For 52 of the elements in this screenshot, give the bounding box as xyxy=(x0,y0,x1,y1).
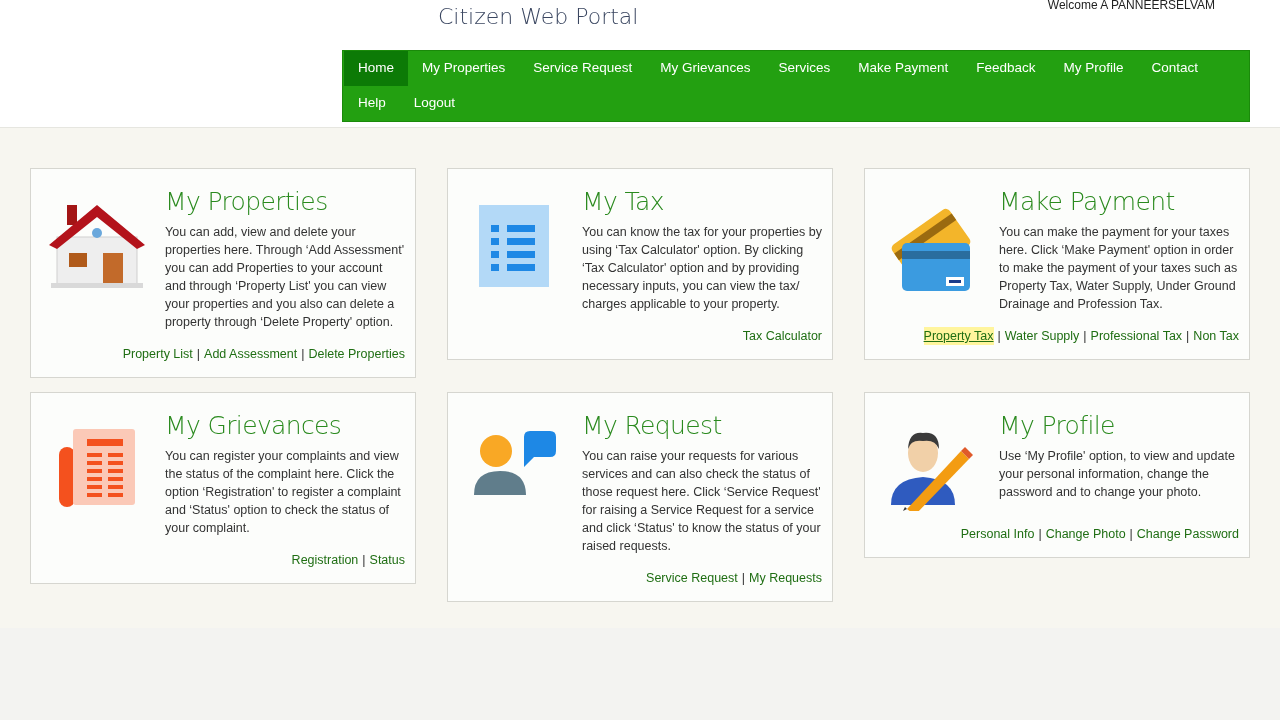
card-link[interactable]: Change Password xyxy=(1136,525,1239,543)
card-description: Use ‘My Profile' option, to view and update your personal information, change the password and to change your photo. xyxy=(999,448,1236,501)
card-link[interactable]: Personal Info xyxy=(960,525,1035,543)
card-description: You can make the payment for your taxes here. Click ‘Make Payment' option in order to make the payment of your taxes such as Property Tax, Water Supply, Under Ground Drainage and Profession Tax. xyxy=(999,224,1239,313)
card-link[interactable]: Delete Properties xyxy=(308,345,405,363)
card-link[interactable]: Status xyxy=(369,551,405,569)
card-title: My Request xyxy=(582,410,723,442)
card-description: You can register your complaints and view the status of the complaint here. Click the option ‘Registration' to register a complaint and ‘Status' option to check the status of your complaint. xyxy=(165,448,402,537)
nav-link[interactable]: My Profile xyxy=(1049,51,1138,86)
card-link[interactable]: Service Request xyxy=(646,569,738,587)
card-link[interactable]: My Requests xyxy=(749,569,822,587)
link-separator: | xyxy=(300,346,306,363)
card-description: You can raise your requests for various services and can also check the status of those request here. Click ‘Service Request' for raising a Service Request for a service and click ‘Status' to know the status of your raised requests. xyxy=(582,448,822,555)
link-separator: | xyxy=(1128,526,1134,543)
card-title: My Profile xyxy=(999,410,1116,442)
nav-link[interactable]: Contact xyxy=(1137,51,1213,86)
card-link[interactable]: Add Assessment xyxy=(204,345,298,363)
card-link[interactable]: Change Photo xyxy=(1045,525,1126,543)
nav-link[interactable]: Feedback xyxy=(962,51,1050,86)
link-separator: | xyxy=(996,328,1002,345)
link-separator: | xyxy=(361,552,367,569)
link-separator: | xyxy=(195,346,202,363)
nav-link[interactable]: Make Payment xyxy=(844,51,963,86)
card-description: You can know the tax for your properties by using ‘Tax Calculator' option. By clicking ‘Tax Calculator' option and by providing necessary inputs, you can view the tax/ charges applicable to your property. xyxy=(582,224,822,313)
card-link[interactable]: Water Supply xyxy=(1004,327,1080,345)
welcome-text: Welcome A PANNEERSELVAM xyxy=(1047,0,1215,14)
nav-link[interactable]: My Properties xyxy=(408,51,520,86)
portal-title: Citizen Web Portal xyxy=(438,3,639,31)
card-link[interactable]: Non Tax xyxy=(1193,327,1239,345)
card-link[interactable]: Registration xyxy=(291,551,359,569)
link-separator: | xyxy=(1037,526,1043,543)
card-title: My Tax xyxy=(582,186,665,218)
list-icon xyxy=(479,205,549,287)
nav-link[interactable]: Service Request xyxy=(519,51,647,86)
people-chat-icon xyxy=(472,429,556,495)
card-link[interactable]: Property Tax xyxy=(923,327,994,345)
nav-link[interactable]: Home xyxy=(344,51,408,86)
link-separator: | xyxy=(1185,328,1191,345)
card-link[interactable]: Property List xyxy=(122,345,193,363)
link-separator: | xyxy=(1082,328,1088,345)
nav-link[interactable]: Logout xyxy=(399,86,470,121)
card-title: My Grievances xyxy=(165,410,343,442)
card-title: Make Payment xyxy=(999,186,1176,218)
nav-link[interactable]: My Grievances xyxy=(646,51,765,86)
nav-link[interactable]: Services xyxy=(764,51,845,86)
link-separator: | xyxy=(740,570,747,587)
nav-link[interactable]: Help xyxy=(344,86,400,121)
card-link[interactable]: Professional Tax xyxy=(1090,327,1183,345)
card-link[interactable]: Tax Calculator xyxy=(742,327,822,345)
card-title: My Properties xyxy=(165,186,329,218)
document-icon xyxy=(59,429,135,507)
card-description: You can add, view and delete your properties here. Through ‘Add Assessment' you can add Properties to your account and through ‘Property List' you can view your properties and you also can delete a property through ‘Delete Property' option. xyxy=(165,224,405,331)
